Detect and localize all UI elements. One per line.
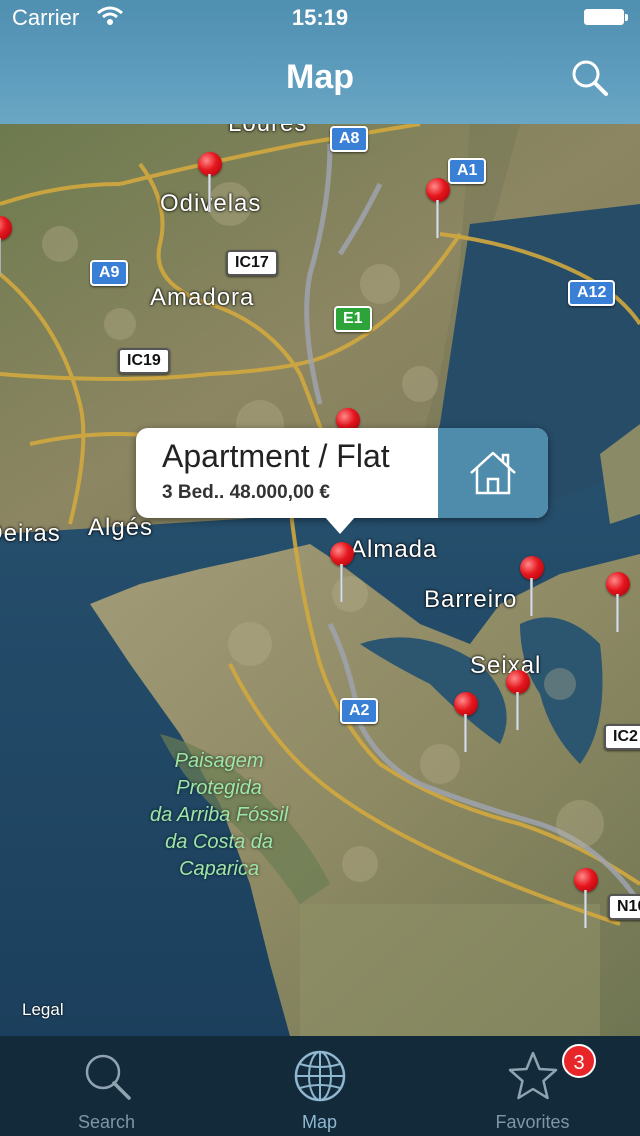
park-label-line: Caparica	[179, 858, 260, 880]
road-shield-a1: A1	[448, 158, 487, 184]
tab-label: Search	[77, 1112, 136, 1132]
house-icon	[470, 451, 516, 495]
tab-label: Favorites	[495, 1112, 570, 1132]
tab-bar: Search Map 3 Favorites	[0, 1036, 640, 1136]
place-almada: Almada	[350, 536, 438, 563]
place-loures: Loures	[228, 124, 307, 138]
callout-title: Apartment / Flat	[162, 438, 390, 474]
search-icon	[85, 1054, 131, 1100]
place-alges: Algés	[88, 514, 154, 541]
road-shield-ic19: IC19	[118, 348, 170, 374]
page-title: Map	[286, 58, 354, 96]
favorites-badge: 3	[562, 1044, 596, 1078]
map-pin[interactable]	[0, 216, 14, 278]
park-label-line: da Costa da	[165, 831, 274, 853]
tab-favorites[interactable]: 3 Favorites	[426, 1036, 639, 1136]
place-oeiras: Oeiras	[0, 520, 61, 547]
road-shield-a2: A2	[340, 698, 379, 724]
star-icon	[508, 1051, 557, 1100]
road-shield-a9: A9	[90, 260, 129, 286]
property-callout[interactable]: Apartment / Flat 3 Bed.. 48.000,00 €	[136, 428, 548, 518]
road-shield-ic17: IC17	[226, 250, 278, 276]
map-view[interactable]: Loures Odivelas Amadora Oeiras Algés Alm…	[0, 124, 640, 1036]
park-label: Paisagem Protegida da Arriba Fóssil da C…	[150, 748, 288, 883]
road-shield-e1: E1	[334, 306, 372, 332]
status-time: 15:19	[291, 5, 349, 30]
navigation-bar: Carrier 15:19 Map	[0, 0, 640, 124]
place-barreiro: Barreiro	[424, 586, 518, 613]
park-label-line: Protegida	[176, 777, 262, 799]
status-bar: Carrier 15:19	[0, 0, 640, 36]
globe-icon	[294, 1050, 345, 1102]
road-shield-n10: N10	[608, 894, 640, 920]
search-button[interactable]	[568, 56, 612, 100]
tab-search[interactable]: Search	[0, 1036, 213, 1136]
tab-map[interactable]: Map	[213, 1036, 426, 1136]
callout-pointer	[324, 516, 356, 534]
search-icon	[572, 60, 608, 96]
park-label-line: Paisagem	[174, 750, 264, 772]
map-pin[interactable]	[604, 572, 632, 634]
tab-label: Map	[301, 1112, 337, 1132]
road-shield-ic2: IC2	[604, 724, 640, 750]
map-pin[interactable]	[572, 868, 600, 930]
map-pin-selected[interactable]	[328, 542, 356, 604]
map-pin[interactable]	[504, 670, 532, 732]
battery-icon	[584, 9, 628, 25]
callout-subtitle: 3 Bed.. 48.000,00 €	[162, 482, 330, 503]
map-pin[interactable]	[518, 556, 546, 618]
legal-link[interactable]: Legal	[22, 1000, 64, 1020]
map-pin[interactable]	[452, 692, 480, 754]
map-pin[interactable]	[196, 152, 224, 214]
park-label-line: da Arriba Fóssil	[150, 804, 289, 826]
road-shield-a12: A12	[568, 280, 616, 306]
callout-detail-button[interactable]	[438, 428, 548, 518]
road-shield-a8: A8	[330, 126, 369, 152]
map-pin[interactable]	[424, 178, 452, 240]
place-amadora: Amadora	[150, 284, 255, 311]
